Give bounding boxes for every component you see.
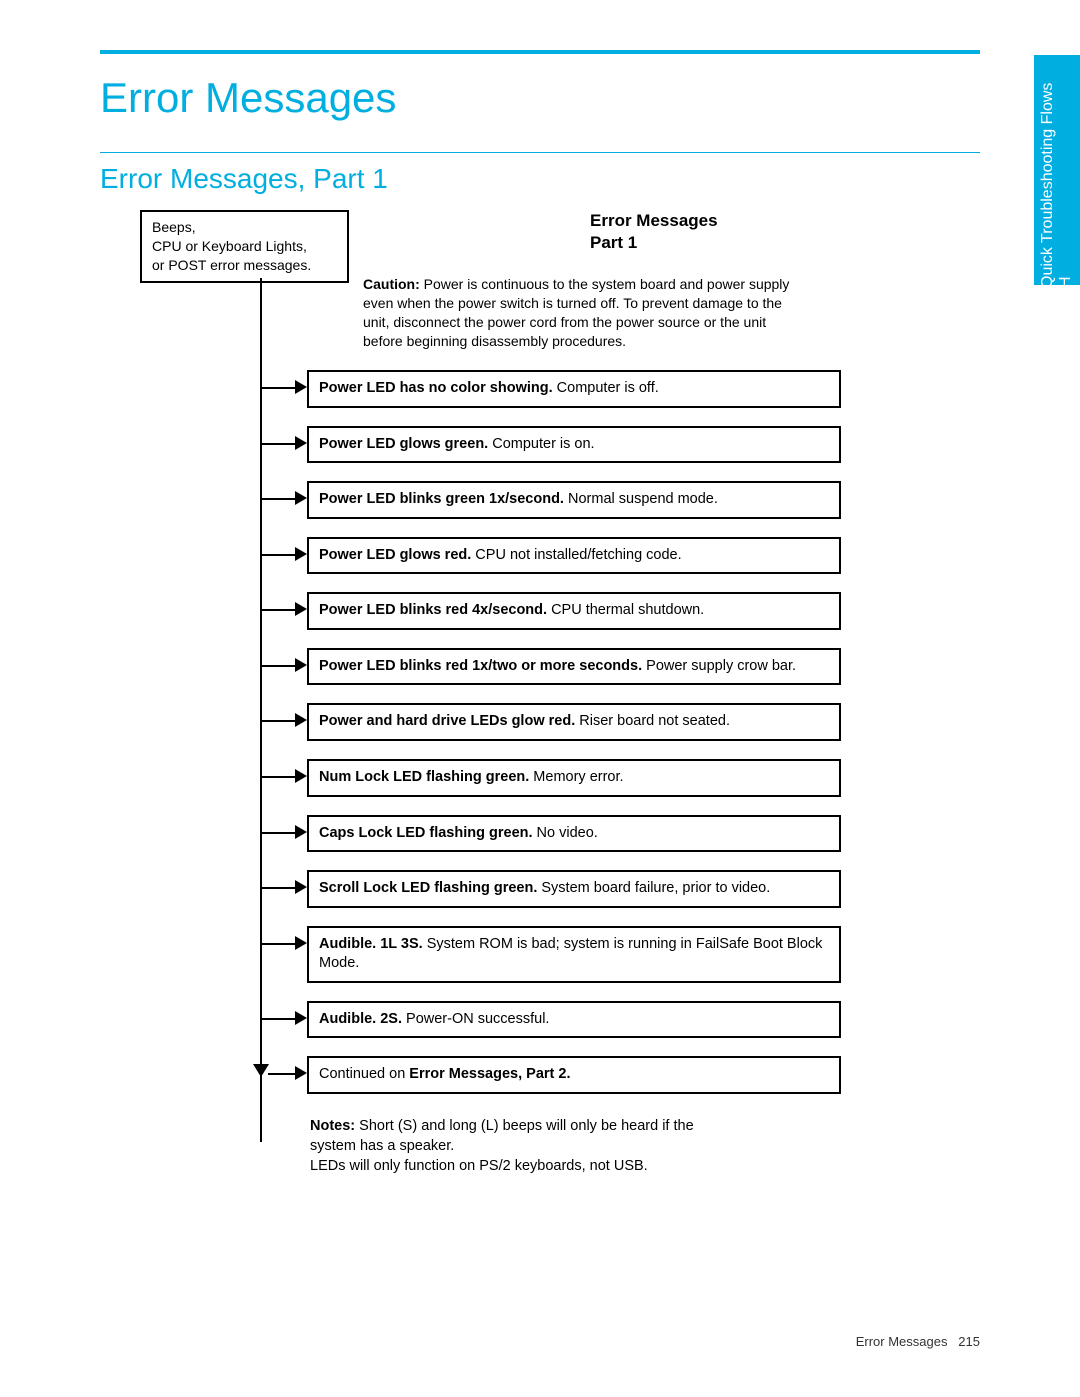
arrow-right-icon: [295, 713, 307, 727]
arrow-right-icon: [295, 936, 307, 950]
continued-box: Continued on Error Messages, Part 2.: [307, 1056, 841, 1094]
page-title: Error Messages: [100, 74, 980, 122]
branch-line: [260, 498, 300, 500]
branch-line: [260, 443, 300, 445]
continued-bold: Error Messages, Part 2.: [409, 1066, 570, 1082]
arrow-right-icon: [295, 602, 307, 616]
msg-bold: Scroll Lock LED flashing green.: [319, 880, 537, 896]
msg-rest: Power-ON successful.: [402, 1011, 549, 1027]
footer-label: Error Messages: [856, 1334, 948, 1349]
branch-line: [260, 887, 300, 889]
arrow-right-icon: [295, 380, 307, 394]
msg-bold: Power LED has no color showing.: [319, 380, 553, 396]
arrow-right-icon: [295, 436, 307, 450]
page-content: Error Messages Error Messages, Part 1 Be…: [0, 0, 1080, 1217]
arrow-right-icon: [295, 1066, 307, 1080]
message-box: Audible. 2S. Power-ON successful.: [307, 1001, 841, 1039]
flow-row: Power LED glows green. Computer is on.: [140, 426, 980, 464]
notes-text2: LEDs will only function on PS/2 keyboard…: [310, 1158, 648, 1174]
msg-bold: Power LED blinks red 4x/second.: [319, 602, 547, 618]
msg-rest: Computer is off.: [553, 380, 659, 396]
flow-row: Scroll Lock LED flashing green. System b…: [140, 870, 980, 908]
msg-rest: No video.: [533, 825, 598, 841]
msg-bold: Num Lock LED flashing green.: [319, 769, 529, 785]
notes-label: Notes:: [310, 1118, 355, 1134]
flow-row-continued: Continued on Error Messages, Part 2.: [140, 1056, 980, 1094]
flow-area: Power LED has no color showing. Computer…: [140, 210, 980, 1177]
msg-bold: Power and hard drive LEDs glow red.: [319, 713, 575, 729]
section-title: Error Messages, Part 1: [100, 163, 980, 195]
msg-bold: Audible. 2S.: [319, 1011, 402, 1027]
message-box: Power LED blinks red 4x/second. CPU ther…: [307, 592, 841, 630]
message-box: Power LED glows red. CPU not installed/f…: [307, 537, 841, 575]
sub-rule: [100, 152, 980, 153]
arrow-down-icon: [253, 1064, 269, 1077]
notes-block: Notes: Short (S) and long (L) beeps will…: [310, 1116, 730, 1177]
flow-row: Power LED blinks red 4x/second. CPU ther…: [140, 592, 980, 630]
flow-row: Audible. 1L 3S. System ROM is bad; syste…: [140, 926, 980, 983]
msg-bold: Caps Lock LED flashing green.: [319, 825, 533, 841]
message-box: Power LED blinks green 1x/second. Normal…: [307, 481, 841, 519]
branch-line: [260, 832, 300, 834]
branch-line: [260, 1018, 300, 1020]
flow-row: Num Lock LED flashing green. Memory erro…: [140, 759, 980, 797]
flow-row: Power and hard drive LEDs glow red. Rise…: [140, 703, 980, 741]
arrow-right-icon: [295, 547, 307, 561]
notes-text1: Short (S) and long (L) beeps will only b…: [310, 1118, 694, 1154]
flow-row: Power LED blinks red 1x/two or more seco…: [140, 648, 980, 686]
page-footer: Error Messages 215: [856, 1334, 980, 1349]
branch-line: [260, 665, 300, 667]
msg-rest: System board failure, prior to video.: [537, 880, 770, 896]
arrow-right-icon: [295, 880, 307, 894]
branch-line: [260, 776, 300, 778]
top-rule: [100, 50, 980, 54]
msg-bold: Power LED blinks red 1x/two or more seco…: [319, 658, 642, 674]
arrow-right-icon: [295, 491, 307, 505]
message-box: Power and hard drive LEDs glow red. Rise…: [307, 703, 841, 741]
msg-rest: Normal suspend mode.: [564, 491, 718, 507]
arrow-right-icon: [295, 658, 307, 672]
msg-rest: Computer is on.: [488, 436, 594, 452]
footer-page-number: 215: [958, 1334, 980, 1349]
msg-rest: Memory error.: [529, 769, 623, 785]
message-box: Power LED glows green. Computer is on.: [307, 426, 841, 464]
arrow-right-icon: [295, 825, 307, 839]
msg-bold: Power LED glows red.: [319, 547, 471, 563]
msg-bold: Audible. 1L 3S.: [319, 936, 423, 952]
branch-line: [260, 720, 300, 722]
flow-row: Audible. 2S. Power-ON successful.: [140, 1001, 980, 1039]
arrow-right-icon: [295, 769, 307, 783]
flow-row: Power LED blinks green 1x/second. Normal…: [140, 481, 980, 519]
msg-rest: CPU thermal shutdown.: [547, 602, 704, 618]
branch-line: [260, 387, 300, 389]
continued-pre: Continued on: [319, 1066, 409, 1082]
branch-line: [260, 943, 300, 945]
msg-bold: Power LED glows green.: [319, 436, 488, 452]
arrow-right-icon: [295, 1011, 307, 1025]
message-box: Audible. 1L 3S. System ROM is bad; syste…: [307, 926, 841, 983]
msg-bold: Power LED blinks green 1x/second.: [319, 491, 564, 507]
message-box: Power LED blinks red 1x/two or more seco…: [307, 648, 841, 686]
flow-row: Power LED glows red. CPU not installed/f…: [140, 537, 980, 575]
flow-row: Caps Lock LED flashing green. No video.: [140, 815, 980, 853]
message-box: Power LED has no color showing. Computer…: [307, 370, 841, 408]
flowchart: Beeps, CPU or Keyboard Lights, or POST e…: [140, 210, 980, 1177]
branch-line: [260, 554, 300, 556]
msg-rest: Power supply crow bar.: [642, 658, 796, 674]
message-box: Scroll Lock LED flashing green. System b…: [307, 870, 841, 908]
flow-row: Power LED has no color showing. Computer…: [140, 370, 980, 408]
msg-rest: Riser board not seated.: [575, 713, 730, 729]
msg-rest: CPU not installed/fetching code.: [471, 547, 681, 563]
message-box: Caps Lock LED flashing green. No video.: [307, 815, 841, 853]
message-box: Num Lock LED flashing green. Memory erro…: [307, 759, 841, 797]
branch-line: [260, 609, 300, 611]
